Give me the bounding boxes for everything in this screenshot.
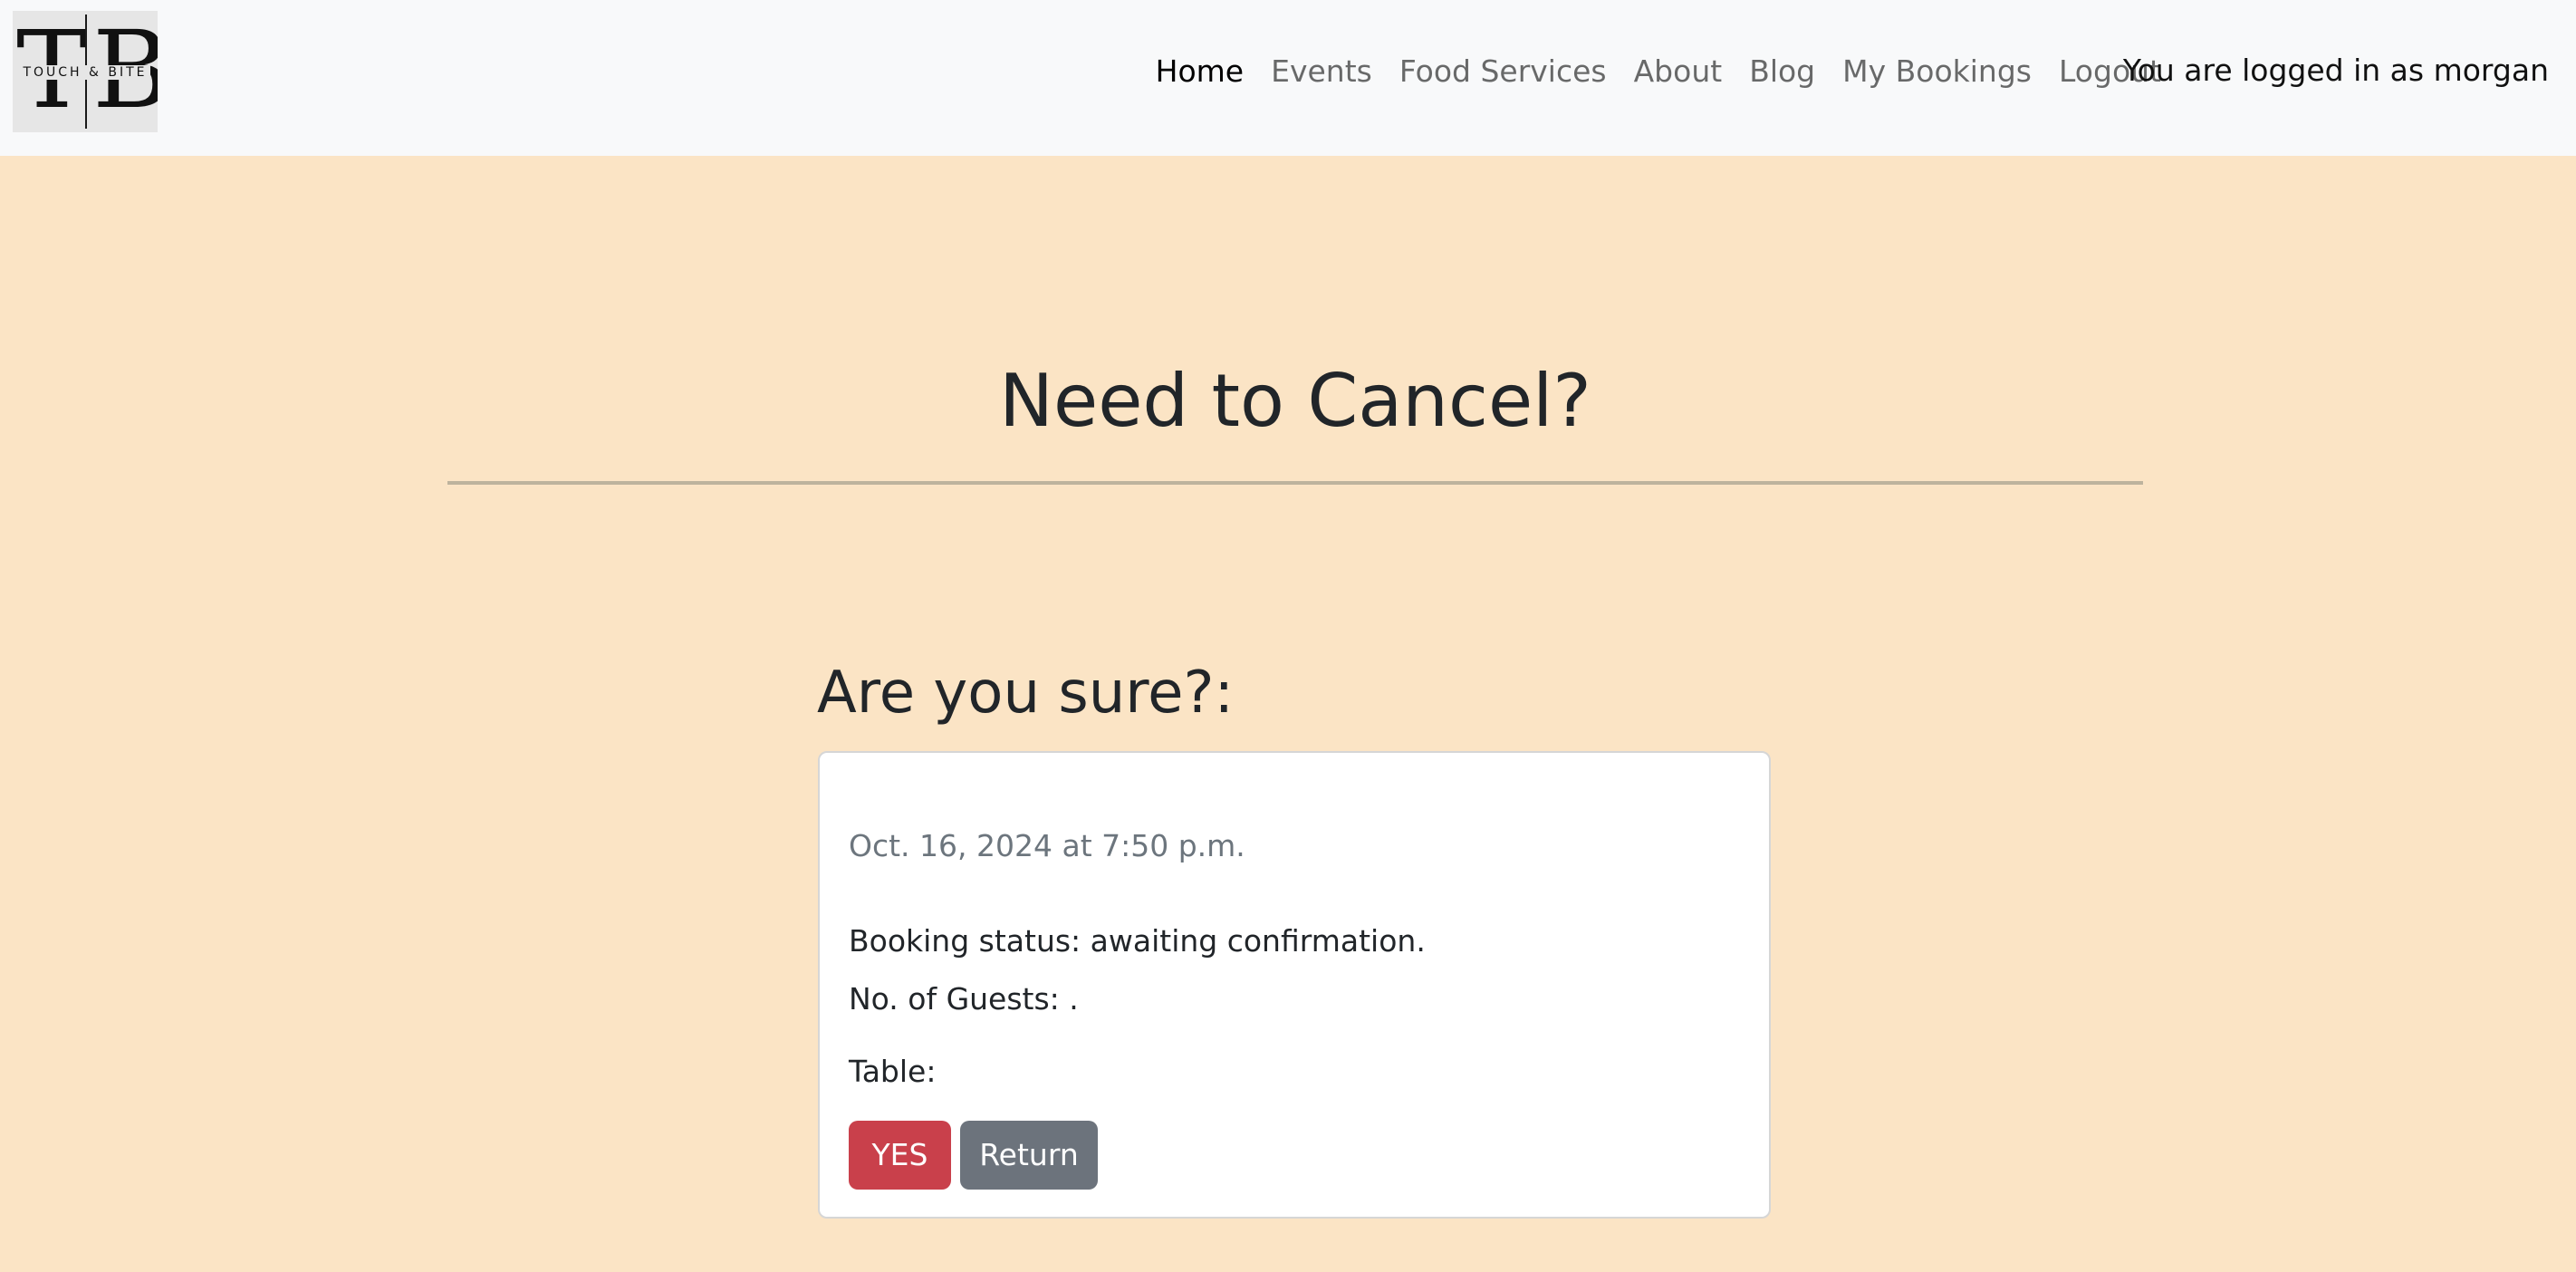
confirm-cancel-button[interactable]: YES [849,1121,951,1190]
brand-logo[interactable]: T B TOUCH & BITE [13,11,158,132]
nav-item-events: Events [1271,53,1372,89]
title-divider [447,481,2143,485]
nav-item-my-bookings: My Bookings [1842,53,2032,89]
booking-card: Oct. 16, 2024 at 7:50 p.m. Booking statu… [818,751,1771,1219]
logo-tagline: TOUCH & BITE [13,65,158,80]
confirm-heading: Are you sure?: [817,660,1235,727]
logged-in-status: You are logged in as morgan [2122,53,2549,88]
nav-link-about[interactable]: About [1634,53,1723,89]
nav-item-about: About [1634,53,1723,89]
return-button[interactable]: Return [960,1121,1098,1190]
nav-item-food-services: Food Services [1399,53,1607,89]
booking-table: Table: [849,1054,937,1089]
nav-link-blog[interactable]: Blog [1749,53,1815,89]
nav-link-food-services[interactable]: Food Services [1399,53,1607,89]
nav-item-blog: Blog [1749,53,1815,89]
nav-item-home: Home [1156,53,1244,89]
logo-tagline-text: TOUCH & BITE [20,65,150,80]
nav-menu: Home Events Food Services About Blog My … [1156,45,2161,96]
booking-guests: No. of Guests: . [849,981,1079,1017]
nav-link-my-bookings[interactable]: My Bookings [1842,53,2032,89]
page-title: Need to Cancel? [999,359,1591,443]
navbar: T B TOUCH & BITE Home Events Food Servic… [0,0,2576,156]
booking-date: Oct. 16, 2024 at 7:50 p.m. [849,828,1245,863]
nav-link-home[interactable]: Home [1156,53,1244,89]
booking-status: Booking status: awaiting confirmation. [849,923,1426,959]
nav-link-events[interactable]: Events [1271,53,1372,89]
